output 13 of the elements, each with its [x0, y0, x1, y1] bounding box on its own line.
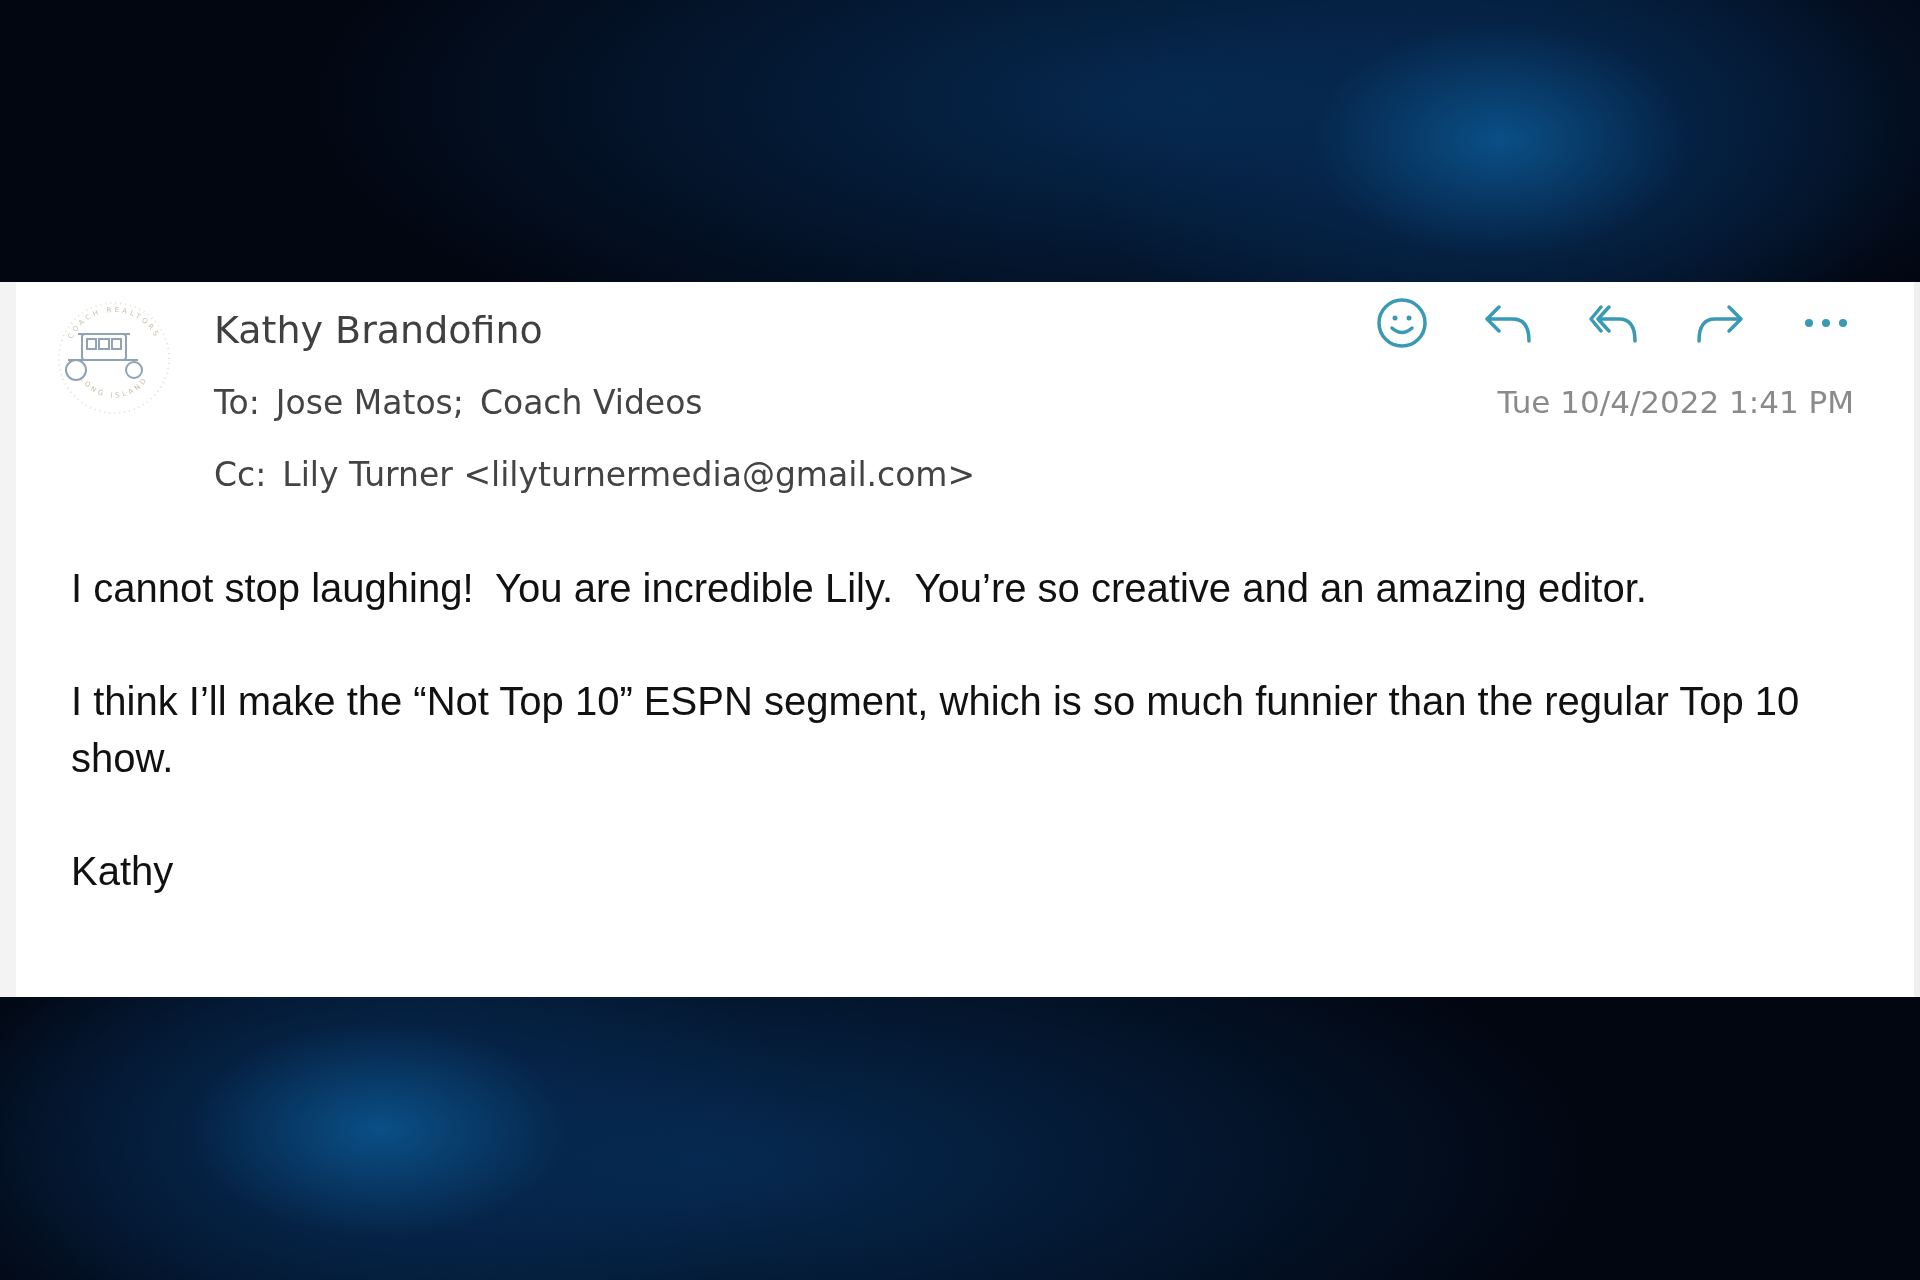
more-icon: [1804, 318, 1848, 328]
to-label: To:: [214, 382, 260, 422]
sender-name: Kathy Brandofino: [214, 308, 543, 352]
sent-date: Tue 10/4/2022 1:41 PM: [1497, 384, 1854, 420]
cc-recipient: Lily Turner <lilyturnermedia@gmail.com>: [282, 454, 976, 494]
recipient: Coach Videos: [479, 382, 703, 422]
recipient: Jose Matos;: [275, 382, 464, 422]
message-paragraph: I think I’ll make the “Not Top 10” ESPN segment, which is so much funnier than the regular Top 10 show.: [71, 678, 1801, 782]
cc-label: Cc:: [214, 454, 267, 494]
emoji-button[interactable]: [1374, 295, 1430, 351]
message-paragraph: I cannot stop laughing! You are incredible Lily. You’re so creative and an amazing editor.: [71, 565, 1648, 612]
smiley-icon: [1376, 297, 1428, 349]
message-paragraph: Kathy: [71, 848, 175, 895]
